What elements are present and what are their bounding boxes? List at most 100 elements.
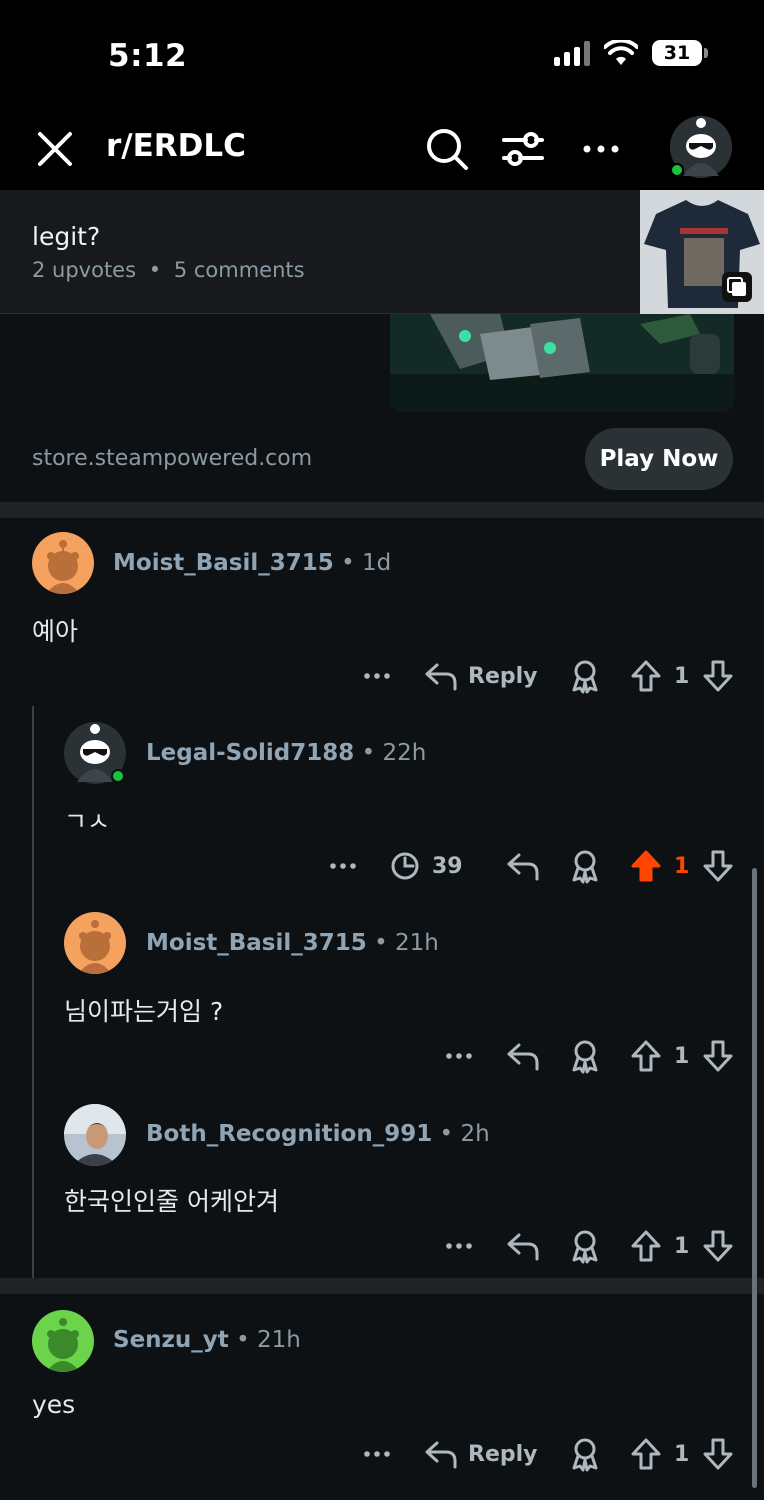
upvote-icon [631, 1230, 661, 1262]
filter-icon[interactable] [500, 126, 546, 172]
downvote-button[interactable] [702, 846, 734, 886]
user-avatar[interactable] [670, 116, 732, 178]
section-divider [0, 1278, 764, 1294]
online-indicator [111, 769, 125, 783]
comment-body: yes [32, 1390, 76, 1419]
comment-body: 님이파는거임 ? [64, 997, 224, 1026]
upvote-icon [631, 1438, 661, 1470]
status-icons: 31 [554, 40, 708, 66]
upvote-button[interactable] [630, 1434, 662, 1474]
timestamp: 2h [460, 1121, 490, 1147]
downvote-button[interactable] [702, 1434, 734, 1474]
comment-actions: Reply 1 [0, 656, 764, 696]
battery-icon: 31 [652, 40, 708, 66]
comment-header: Both_Recognition_991 • 2h [146, 1121, 490, 1147]
reply-icon[interactable] [506, 1036, 540, 1076]
snoo-icon [64, 912, 126, 974]
promoted-ad[interactable]: store.steampowered.com Play Now [0, 314, 764, 502]
upvote-button[interactable] [630, 846, 662, 886]
avatar[interactable] [64, 722, 126, 784]
username[interactable]: Moist_Basil_3715 [113, 550, 334, 576]
award-icon[interactable] [568, 846, 602, 886]
downvote-icon [703, 660, 733, 692]
post-summary[interactable]: legit? 2 upvotes • 5 comments [0, 190, 764, 314]
comment-header: Senzu_yt • 21h [113, 1327, 301, 1353]
search-icon[interactable] [424, 126, 470, 172]
game-art-image [390, 314, 734, 412]
status-bar: 5:12 31 [0, 0, 764, 110]
username[interactable]: Legal-Solid7188 [146, 740, 354, 766]
upvote-button[interactable] [630, 1036, 662, 1076]
avatar[interactable] [64, 1104, 126, 1166]
comment-actions: 39 1 [0, 846, 764, 886]
downvote-icon [703, 1230, 733, 1262]
thread-line[interactable] [32, 706, 34, 1278]
reply-icon [425, 1441, 457, 1469]
tshirt-image [640, 190, 764, 314]
upvote-icon [631, 660, 661, 692]
downvote-button[interactable] [702, 1226, 734, 1266]
downvote-button[interactable] [702, 1036, 734, 1076]
subreddit-header: r/ERDLC [0, 110, 764, 190]
timestamp: 22h [382, 740, 427, 766]
username[interactable]: Senzu_yt [113, 1327, 229, 1353]
comment-header: Legal-Solid7188 • 22h [146, 740, 427, 766]
award-icon[interactable] [568, 656, 602, 696]
timer-button[interactable]: 39 [390, 846, 463, 886]
reply-button[interactable]: Reply [424, 656, 538, 696]
downvote-icon [703, 1438, 733, 1470]
reply-label: Reply [468, 1441, 538, 1467]
downvote-button[interactable] [702, 656, 734, 696]
more-icon[interactable] [444, 1226, 474, 1266]
more-icon[interactable] [444, 1036, 474, 1076]
avatar[interactable] [32, 1310, 94, 1372]
play-now-button[interactable]: Play Now [585, 428, 733, 490]
vote-count: 1 [674, 1043, 690, 1069]
vote-count: 1 [674, 663, 690, 689]
upvote-button[interactable] [630, 656, 662, 696]
comment-actions: 1 [0, 1036, 764, 1076]
comment-header: Moist_Basil_3715 • 21h [146, 930, 439, 956]
ad-domain[interactable]: store.steampowered.com [32, 446, 312, 471]
upvote-count: 2 upvotes [32, 258, 137, 282]
clock-icon [391, 852, 419, 880]
avatar[interactable] [64, 912, 126, 974]
downvote-icon [703, 850, 733, 882]
vote-count: 1 [674, 1233, 690, 1259]
meta-separator: • [148, 258, 162, 282]
comment-body: 한국인인줄 어케안겨 [64, 1187, 279, 1216]
signal-icon [554, 40, 590, 66]
more-icon[interactable] [362, 656, 392, 696]
online-indicator [670, 163, 684, 177]
more-icon[interactable] [362, 1434, 392, 1474]
username[interactable]: Both_Recognition_991 [146, 1121, 432, 1147]
username[interactable]: Moist_Basil_3715 [146, 930, 367, 956]
post-thumbnail[interactable] [640, 190, 764, 314]
timestamp: 21h [257, 1327, 301, 1353]
status-time: 5:12 [108, 38, 188, 74]
award-icon[interactable] [568, 1226, 602, 1266]
post-meta: 2 upvotes • 5 comments [32, 258, 305, 282]
reply-label: Reply [468, 663, 538, 689]
scrollbar[interactable] [752, 868, 757, 1488]
vote-count: 1 [674, 853, 690, 879]
upvote-icon-active [631, 850, 661, 882]
comment-header: Moist_Basil_3715 • 1d [113, 550, 392, 576]
upvote-button[interactable] [630, 1226, 662, 1266]
reply-button[interactable]: Reply [424, 1434, 538, 1474]
award-icon[interactable] [568, 1434, 602, 1474]
subreddit-name[interactable]: r/ERDLC [106, 128, 246, 164]
comment-actions: Reply 1 [0, 1434, 764, 1474]
ad-image[interactable] [390, 314, 734, 412]
comment-actions: 1 [0, 1226, 764, 1266]
close-icon[interactable] [34, 128, 76, 170]
post-title: legit? [32, 222, 101, 251]
award-icon[interactable] [568, 1036, 602, 1076]
more-icon[interactable] [328, 846, 358, 886]
upvote-icon [631, 1040, 661, 1072]
comment-body: 예아 [32, 617, 79, 646]
reply-icon[interactable] [506, 846, 540, 886]
reply-icon[interactable] [506, 1226, 540, 1266]
more-options-icon[interactable] [578, 126, 624, 172]
avatar[interactable] [32, 532, 94, 594]
